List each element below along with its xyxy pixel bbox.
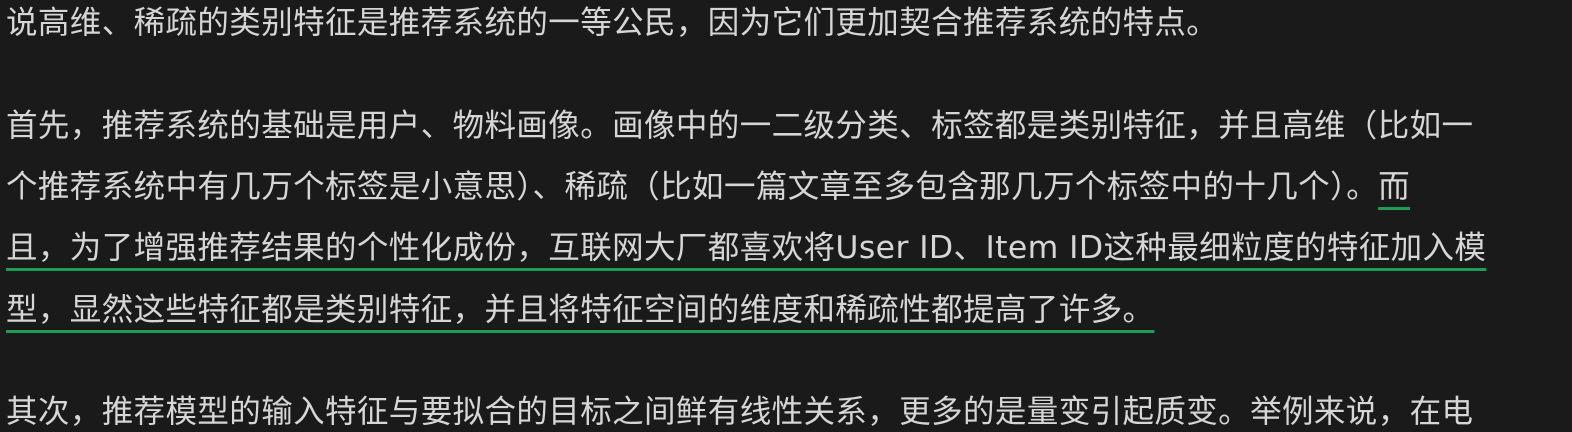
paragraph-2-line-3: 且，为了增强推荐结果的个性化成份，互联网大厂都喜欢将User ID、Item I…	[6, 228, 1486, 268]
paragraph-2-line-1: 首先，推荐系统的基础是用户、物料画像。画像中的一二级分类、标签都是类别特征，并且…	[6, 108, 1474, 144]
paragraph-1-line-1: 说高维、稀疏的类别特征是推荐系统的一等公民，因为它们更加契合推荐系统的特点。	[6, 5, 1219, 41]
highlighted-text-end[interactable]: 型，显然这些特征都是类别特征，并且将特征空间的维度和稀疏性都提高了许多。	[6, 292, 1154, 328]
highlighted-text-start[interactable]: 而	[1378, 169, 1410, 205]
paragraph-2-line-2-text: 个推荐系统中有几万个标签是小意思）、稀疏（比如一篇文章至多包含那几万个标签中的十…	[6, 169, 1379, 205]
paragraph-3-line-1: 其次，推荐模型的输入特征与要拟合的目标之间鲜有线性关系，更多的是量变引起质变。举…	[6, 394, 1474, 430]
paragraph-2-line-4: 型，显然这些特征都是类别特征，并且将特征空间的维度和稀疏性都提高了许多。	[6, 290, 1154, 330]
paragraph-2-line-2: 个推荐系统中有几万个标签是小意思）、稀疏（比如一篇文章至多包含那几万个标签中的十…	[6, 167, 1410, 207]
highlighted-text[interactable]: 且，为了增强推荐结果的个性化成份，互联网大厂都喜欢将User ID、Item I…	[6, 230, 1486, 266]
